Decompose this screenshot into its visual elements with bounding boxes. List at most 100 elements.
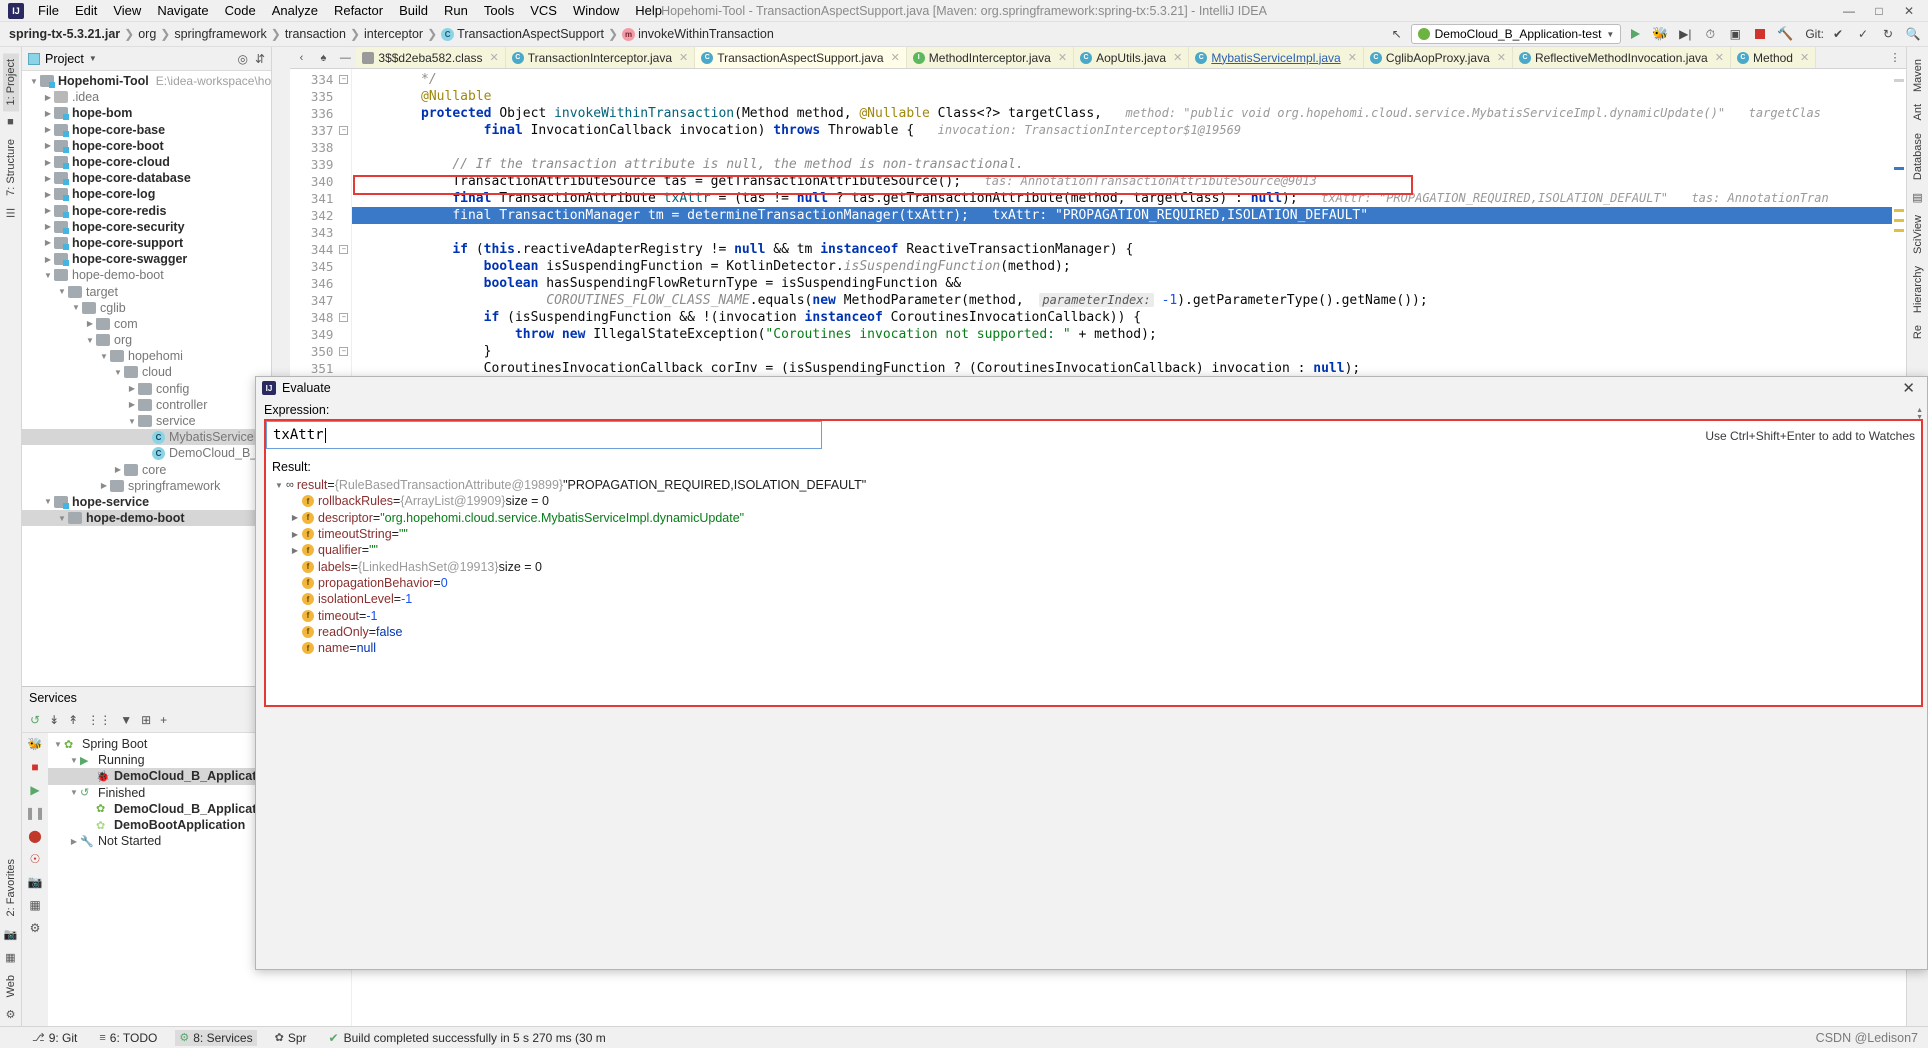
chevron-right-icon[interactable]: ▶	[98, 481, 110, 490]
tab-3-d2eba582-class[interactable]: 3$$d2eba582.class ✕	[356, 47, 506, 68]
tree-node[interactable]: ▼ hope-demo-boot	[22, 267, 271, 283]
result-node[interactable]: f rollbackRules = {ArrayList@19909} size …	[266, 493, 1921, 509]
back-arrow-icon[interactable]: ↖	[1386, 24, 1408, 44]
build-icon[interactable]: 🔨	[1774, 24, 1796, 44]
statusbar-tab-6-todo[interactable]: ≡ 6: TODO	[95, 1030, 161, 1046]
tab-overflow-icon[interactable]: ⋮	[1884, 47, 1906, 68]
status-bar-tabs[interactable]: ⎇ 9: Git ≡ 6: TODO ⚙ 8: Services ✿ Spr	[0, 1029, 311, 1046]
result-node[interactable]: ▼ ∞ result = {RuleBasedTransactionAttribut…	[266, 477, 1921, 493]
menu-view[interactable]: View	[105, 1, 149, 20]
stop-icon[interactable]: ■	[31, 760, 38, 774]
tab-cglibaopproxy-java[interactable]: C CglibAopProxy.java ✕	[1363, 47, 1513, 68]
search-icon[interactable]: 🔍	[1902, 24, 1924, 44]
sidebar-item-project[interactable]: 1: Project	[2, 53, 19, 112]
chevron-right-icon[interactable]: ▶	[42, 93, 54, 102]
chevron-down-icon[interactable]: ▼	[84, 336, 96, 345]
tree-node[interactable]: ▶ hope-core-database	[22, 170, 271, 186]
code-line[interactable]: */	[352, 71, 1906, 88]
statusbar-tab-8-services[interactable]: ⚙ 8: Services	[175, 1029, 257, 1046]
tree-node[interactable]: ▼ Hopehomi-Tool E:\idea-workspace\hopehom	[22, 73, 271, 89]
chevron-right-icon[interactable]: ▶	[42, 158, 54, 167]
run-configuration-selector[interactable]: DemoCloud_B_Application-test ▼	[1410, 24, 1622, 44]
code-line[interactable]: if (isSuspendingFunction && !(invocation…	[352, 309, 1906, 326]
breadcrumb-method[interactable]: m invokeWithinTransaction	[619, 27, 777, 41]
code-line[interactable]: }	[352, 343, 1906, 360]
breakpoint-icon[interactable]: ⬤	[28, 829, 41, 843]
chevron-down-icon[interactable]: ▼	[42, 497, 54, 506]
tree-node[interactable]: ▶ hope-core-redis	[22, 203, 271, 219]
tree-node[interactable]: ▶ .idea	[22, 89, 271, 105]
result-node[interactable]: ▶ f qualifier = ""	[266, 542, 1921, 558]
resume-icon[interactable]: ▶	[30, 783, 39, 797]
layout-icon[interactable]: ▦	[29, 898, 40, 912]
code-line[interactable]: if (this.reactiveAdapterRegistry != null…	[352, 241, 1906, 258]
chevron-right-icon[interactable]: ▶	[84, 319, 96, 328]
commit-strip-icon[interactable]: ☰	[6, 202, 16, 225]
chevron-right-icon[interactable]: ▶	[42, 222, 54, 231]
chevron-down-icon[interactable]: ▼	[28, 77, 40, 86]
rerun-icon[interactable]: ↺	[30, 713, 40, 727]
result-node[interactable]: f propagationBehavior = 0	[266, 575, 1921, 591]
run-with-coverage-icon[interactable]: ▶|	[1674, 24, 1696, 44]
menu-file[interactable]: File	[30, 1, 67, 20]
code-line[interactable]: boolean hasSuspendingFlowReturnType = is…	[352, 275, 1906, 292]
menu-tools[interactable]: Tools	[476, 1, 522, 20]
result-node[interactable]: f readOnly = false	[266, 624, 1921, 640]
code-line[interactable]: throw new IllegalStateException("Corouti…	[352, 326, 1906, 343]
code-line[interactable]: boolean isSuspendingFunction = KotlinDet…	[352, 258, 1906, 275]
menu-analyze[interactable]: Analyze	[264, 1, 326, 20]
chevron-right-icon[interactable]: ▶	[126, 384, 138, 393]
group-icon[interactable]: ⋮⋮	[87, 713, 111, 727]
chevron-down-icon[interactable]: ▼	[126, 417, 138, 426]
code-line[interactable]: CoroutinesInvocationCallback corInv = (i…	[352, 360, 1906, 377]
chevron-right-icon[interactable]: ▶	[42, 238, 54, 247]
sidebar-item-re[interactable]: Re	[1910, 319, 1926, 345]
chevron-down-icon[interactable]: ▼	[56, 287, 68, 296]
tree-node[interactable]: ▶ hope-core-log	[22, 186, 271, 202]
code-line[interactable]	[352, 224, 1906, 241]
tab-method[interactable]: C Method ✕	[1730, 47, 1817, 68]
tree-node[interactable]: ▼ service	[22, 413, 271, 429]
tab-mybatisserviceimpl-java[interactable]: C MybatisServiceImpl.java ✕	[1189, 47, 1364, 68]
sidebar-item-hierarchy[interactable]: Hierarchy	[1910, 260, 1926, 319]
evaluate-dialog[interactable]: IJ Evaluate ✕ Expression: txAttr Result:…	[255, 376, 1928, 970]
close-tab-icon[interactable]: ✕	[1055, 51, 1067, 64]
close-icon[interactable]: ✕	[1896, 379, 1921, 397]
filter-icon[interactable]: ▼	[120, 713, 132, 727]
tree-node[interactable]: ▶ controller	[22, 397, 271, 413]
menu-run[interactable]: Run	[436, 1, 476, 20]
chevron-down-icon[interactable]: ▼	[112, 368, 124, 377]
stop-icon[interactable]	[1749, 24, 1771, 44]
sidebar-item-web[interactable]: Web	[3, 969, 19, 1003]
chevron-right-icon[interactable]: ▶	[42, 109, 54, 118]
chevron-right-icon[interactable]: ▶	[42, 255, 54, 264]
tab-scroll-left[interactable]: ‹	[290, 47, 312, 68]
result-node[interactable]: f name = null	[266, 640, 1921, 656]
tree-node[interactable]: ▶ hope-core-boot	[22, 138, 271, 154]
chevron-down-icon[interactable]: ▼	[272, 481, 286, 490]
close-tab-icon[interactable]: ✕	[1494, 51, 1506, 64]
code-fold-icon[interactable]: −	[339, 245, 349, 254]
chevron-right-icon[interactable]: ▶	[42, 125, 54, 134]
tree-node[interactable]: ▶ core	[22, 462, 271, 478]
tree-node[interactable]: ▼ target	[22, 283, 271, 299]
close-button[interactable]: ✕	[1894, 1, 1924, 21]
tree-node[interactable]: ▶ hope-core-support	[22, 235, 271, 251]
code-line[interactable]: // If the transaction attribute is null,…	[352, 156, 1906, 173]
menu-help[interactable]: Help	[627, 1, 670, 20]
result-node[interactable]: ▶ f descriptor = "org.hopehomi.cloud.servi…	[266, 510, 1921, 526]
close-tab-icon[interactable]: ✕	[676, 51, 688, 64]
chevron-right-icon[interactable]: ▶	[126, 400, 138, 409]
tree-node[interactable]: ▼ cloud	[22, 364, 271, 380]
maximize-button[interactable]: □	[1864, 1, 1894, 21]
minimize-button[interactable]: —	[1834, 1, 1864, 21]
settings-icon[interactable]: ⚙	[30, 921, 41, 935]
code-line[interactable]: final TransactionManager tm = determineT…	[352, 207, 1906, 224]
expression-input[interactable]: txAttr	[266, 421, 822, 449]
chevron-down-icon[interactable]: ▼	[42, 271, 54, 280]
update-project-icon[interactable]: ✔	[1827, 24, 1849, 44]
code-line[interactable]: @Nullable	[352, 88, 1906, 105]
tree-node[interactable]: ▶ springframework	[22, 478, 271, 494]
menu-navigate[interactable]: Navigate	[149, 1, 216, 20]
breadcrumb-transaction[interactable]: transaction	[282, 27, 349, 41]
